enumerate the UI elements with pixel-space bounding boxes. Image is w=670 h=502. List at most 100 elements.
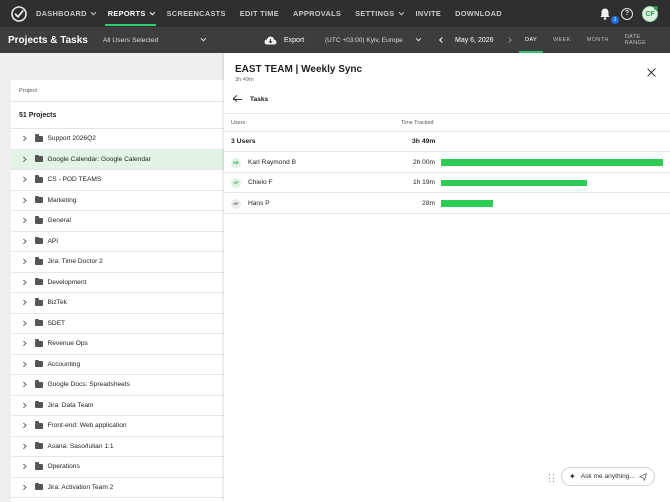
project-row[interactable]: Support 2026Q2 [11, 129, 226, 150]
previous-day-icon[interactable] [439, 37, 445, 43]
chevron-right-icon[interactable] [21, 464, 27, 470]
nav-item-dashboard[interactable]: DASHBOARD [36, 0, 96, 27]
chevron-right-icon[interactable] [21, 382, 27, 388]
project-row[interactable]: Jira: Activation Team 2 [11, 478, 226, 498]
top-nav: DASHBOARD REPORTS SCREENCASTS EDIT TIME APPR… [0, 0, 670, 27]
next-day-icon[interactable] [505, 37, 512, 43]
projects-table: Project 51 Projects Support 2026Q2 Google… [11, 80, 226, 502]
user-avatar[interactable]: CF [642, 5, 658, 22]
nav-item-label: DOWNLOAD [455, 9, 502, 18]
arrow-left-icon [233, 95, 242, 103]
chevron-right-icon[interactable] [21, 341, 27, 347]
user-row[interactable]: HP Hans P 28m [224, 193, 670, 214]
nav-item-screencasts[interactable]: SCREENCASTS [167, 0, 226, 27]
back-to-tasks-button[interactable]: Tasks [233, 93, 268, 105]
project-row[interactable]: API [11, 232, 226, 252]
current-date[interactable]: May 6, 2026 [455, 37, 494, 44]
nav-item-reports[interactable]: REPORTS [104, 0, 156, 27]
user-avatar: KB [231, 157, 241, 168]
project-name: CS - POD TEAMS [47, 176, 102, 184]
user-time-bar [441, 179, 588, 186]
chevron-right-icon[interactable] [21, 136, 27, 142]
chevron-right-icon[interactable] [21, 361, 27, 367]
chevron-right-icon[interactable] [21, 177, 27, 183]
chevron-right-icon[interactable] [21, 484, 27, 490]
chevron-right-icon[interactable] [21, 423, 27, 429]
user-time-bar [441, 159, 663, 166]
user-time-tracked: 2h 00m [413, 158, 435, 166]
user-avatar: CF [231, 178, 241, 188]
project-row[interactable]: Development [11, 273, 226, 293]
folder-icon [34, 339, 43, 347]
users-select-value: All Users Selected [102, 36, 159, 44]
timezone-dropdown[interactable]: (UTC +03:00) Kyiv, Europe [325, 27, 421, 53]
ask-assistant-placeholder: Ask me anything... [580, 473, 635, 480]
project-row[interactable]: CS - POD TEAMS [11, 170, 226, 191]
projects-count: 51 Projects [11, 102, 226, 129]
chevron-right-icon[interactable] [21, 156, 27, 162]
ask-assistant-input[interactable]: ✦ Ask me anything... [561, 467, 655, 486]
project-row[interactable]: Marketing [11, 191, 226, 211]
chevron-right-icon[interactable] [21, 218, 27, 224]
user-name: Karl Raymond B [248, 158, 297, 166]
user-row[interactable]: KB Karl Raymond B 2h 00m [224, 152, 670, 173]
project-row[interactable]: Operations [11, 457, 226, 478]
user-name: Chielo F [248, 179, 273, 186]
nav-item-settings[interactable]: SETTINGS [355, 0, 404, 27]
nav-item-approvals[interactable]: APPROVALS [293, 0, 341, 27]
date-range-tabs: DAY WEEK MONTH DATE RANGE [517, 27, 670, 53]
user-name: Hans P [248, 199, 270, 207]
export-label: Export [284, 36, 305, 44]
project-row[interactable]: BizTek [11, 293, 226, 314]
project-row[interactable]: SDET [11, 314, 226, 334]
nav-item-edit-time[interactable]: EDIT TIME [240, 0, 279, 27]
notifications-bell-icon[interactable]: 1 [598, 7, 619, 24]
project-row[interactable]: Accounting [11, 355, 226, 375]
timezone-value: (UTC +03:00) Kyiv, Europe [325, 36, 403, 44]
chevron-right-icon[interactable] [21, 279, 27, 285]
project-name: Google Docs: Spreadsheets [47, 381, 130, 389]
folder-icon [34, 421, 43, 429]
project-row[interactable]: Jira: Time Doctor 2 [11, 252, 226, 273]
close-icon[interactable] [647, 68, 656, 77]
chevron-right-icon[interactable] [21, 300, 27, 306]
project-name: Google Calendar: Google Calendar [47, 155, 151, 163]
chevron-right-icon[interactable] [21, 238, 27, 244]
task-title: EAST TEAM | Weekly Sync [235, 64, 363, 75]
folder-icon [34, 236, 43, 245]
chevron-right-icon[interactable] [21, 402, 27, 408]
nav-item-label: APPROVALS [292, 9, 342, 18]
project-name: SDET [47, 319, 66, 327]
project-row[interactable]: General [11, 211, 226, 232]
export-button[interactable]: Export [264, 27, 304, 53]
back-label: Tasks [250, 95, 269, 103]
cloud-download-icon [264, 36, 277, 44]
nav-item-invite[interactable]: INVITE [416, 0, 442, 27]
tab-month[interactable]: MONTH [579, 27, 617, 53]
project-row[interactable]: Revenue Ops [11, 334, 226, 355]
project-row[interactable]: Front-end: Web application [11, 416, 226, 437]
project-row[interactable]: Asana: Saso/Iulian 1:1 [11, 437, 226, 457]
help-icon[interactable]: ? [621, 7, 633, 20]
project-row[interactable]: Jira: Data Team [11, 396, 226, 416]
chevron-right-icon[interactable] [21, 259, 27, 265]
user-avatar: HP [231, 198, 241, 209]
tab-day[interactable]: DAY [517, 27, 545, 53]
chevron-right-icon[interactable] [21, 443, 27, 449]
task-detail-panel: EAST TEAM | Weekly Sync 3h 49m Tasks Use… [224, 53, 670, 502]
user-row[interactable]: CF Chielo F 1h 19m [224, 173, 670, 193]
app-logo-icon[interactable] [11, 5, 27, 22]
tab-date-range[interactable]: DATE RANGE [617, 27, 670, 53]
drag-handle-icon[interactable] [549, 474, 556, 483]
nav-item-label: EDIT TIME [239, 9, 279, 18]
project-row[interactable]: Google Calendar: Google Calendar [11, 149, 226, 170]
users-select-dropdown[interactable]: All Users Selected [102, 35, 207, 44]
task-total-time: 3h 49m [235, 77, 254, 83]
project-name: Front-end: Web application [47, 422, 127, 430]
chevron-right-icon[interactable] [21, 197, 27, 203]
send-icon[interactable] [639, 473, 647, 481]
tab-week[interactable]: WEEK [545, 27, 579, 53]
nav-item-download[interactable]: DOWNLOAD [455, 0, 502, 27]
project-row[interactable]: Google Docs: Spreadsheets [11, 375, 226, 396]
chevron-right-icon[interactable] [21, 320, 27, 326]
